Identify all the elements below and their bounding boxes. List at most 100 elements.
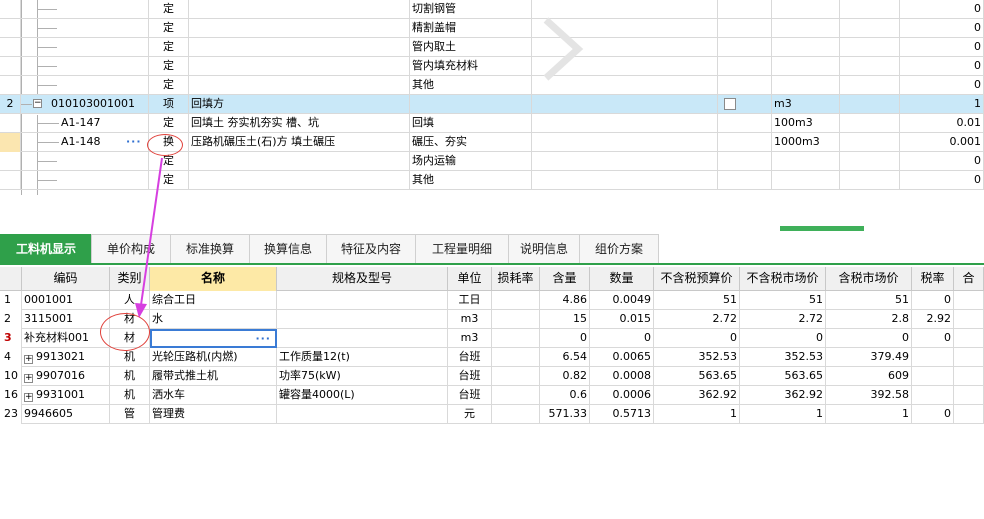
name-cell[interactable] xyxy=(189,152,410,171)
minus-box-icon[interactable]: − xyxy=(33,99,42,108)
name-cell[interactable] xyxy=(189,57,410,76)
tax-rate-cell[interactable]: 2.92 xyxy=(912,310,954,329)
table-row[interactable]: A1-147 定 回填土 夯实机夯实 槽、坑 回填 100m3 0.01 xyxy=(0,114,984,133)
unit-cell[interactable] xyxy=(772,171,840,190)
market-price-cell[interactable]: 51 xyxy=(740,291,826,310)
feature-cell[interactable]: 其他 xyxy=(410,76,532,95)
more-button[interactable]: ··· xyxy=(126,135,142,149)
quantity-cell[interactable]: 0.5713 xyxy=(590,405,654,424)
quantity-cell[interactable]: 0.0049 xyxy=(590,291,654,310)
loss-rate-cell[interactable] xyxy=(492,329,540,348)
category-cell[interactable]: 机 xyxy=(110,386,150,405)
table-row[interactable]: 定 其他 0 xyxy=(0,76,984,95)
more-button[interactable]: ··· xyxy=(255,332,271,346)
feature-cell[interactable]: 切割钢管 xyxy=(410,0,532,19)
quantity-cell[interactable]: 0.0006 xyxy=(590,386,654,405)
unit-cell[interactable]: 台班 xyxy=(448,386,492,405)
tab-4[interactable]: 换算信息 xyxy=(249,234,327,263)
unit-cell[interactable]: 台班 xyxy=(448,367,492,386)
row-number[interactable]: 23 xyxy=(0,405,22,424)
unit-cell[interactable] xyxy=(772,57,840,76)
loss-rate-cell[interactable] xyxy=(492,348,540,367)
name-cell[interactable] xyxy=(189,19,410,38)
checkbox-cell[interactable] xyxy=(718,114,772,133)
spec-cell[interactable]: 功率75(kW) xyxy=(277,367,448,386)
budget-price-cell[interactable]: 563.65 xyxy=(654,367,740,386)
tax-market-price-cell[interactable]: 2.8 xyxy=(826,310,912,329)
total-cell[interactable] xyxy=(954,367,984,386)
row-number[interactable]: 2 xyxy=(0,95,21,114)
empty-cell[interactable] xyxy=(840,171,900,190)
category-cell[interactable]: 人 xyxy=(110,291,150,310)
content-cell[interactable]: 0 xyxy=(540,329,590,348)
column-header[interactable]: 税率 xyxy=(912,267,954,291)
name-cell[interactable]: 回填土 夯实机夯实 槽、坑 xyxy=(189,114,410,133)
spec-cell[interactable] xyxy=(277,329,448,348)
code-cell[interactable]: +9907016 xyxy=(22,367,110,386)
table-row[interactable]: 定 精割盖帽 0 xyxy=(0,19,984,38)
type-cell[interactable]: 定 xyxy=(149,171,189,190)
category-cell[interactable]: 机 xyxy=(110,367,150,386)
empty-cell[interactable] xyxy=(532,114,718,133)
spec-cell[interactable]: 罐容量4000(L) xyxy=(277,386,448,405)
feature-cell[interactable]: 其他 xyxy=(410,171,532,190)
name-cell[interactable] xyxy=(189,76,410,95)
loss-rate-cell[interactable] xyxy=(492,405,540,424)
tax-rate-cell[interactable] xyxy=(912,348,954,367)
market-price-cell[interactable]: 0 xyxy=(740,329,826,348)
column-header[interactable] xyxy=(0,267,22,291)
row-number[interactable] xyxy=(0,0,21,19)
row-number[interactable]: 1 xyxy=(0,291,22,310)
unit-cell[interactable]: 工日 xyxy=(448,291,492,310)
unit-cell[interactable] xyxy=(772,0,840,19)
tax-rate-cell[interactable]: 0 xyxy=(912,329,954,348)
code-cell[interactable]: 补充材料001 xyxy=(22,329,110,348)
content-cell[interactable]: 4.86 xyxy=(540,291,590,310)
tax-rate-cell[interactable]: 0 xyxy=(912,291,954,310)
column-header[interactable]: 损耗率 xyxy=(492,267,540,291)
unit-cell[interactable]: m3 xyxy=(448,310,492,329)
total-cell[interactable] xyxy=(954,329,984,348)
unit-cell[interactable] xyxy=(772,19,840,38)
checkbox-cell[interactable] xyxy=(718,76,772,95)
empty-cell[interactable] xyxy=(840,19,900,38)
quantity-cell[interactable]: 0 xyxy=(900,19,984,38)
unit-cell[interactable]: 100m3 xyxy=(772,114,840,133)
name-cell[interactable]: 综合工日 xyxy=(150,291,277,310)
content-cell[interactable]: 571.33 xyxy=(540,405,590,424)
code-cell[interactable]: 9946605 xyxy=(22,405,110,424)
table-row[interactable]: 定 管内填充材料 0 xyxy=(0,57,984,76)
type-cell[interactable]: 定 xyxy=(149,19,189,38)
table-row[interactable]: 1 0001001 人 综合工日 工日 4.86 0.0049 51 51 51 0 xyxy=(0,291,984,310)
budget-price-cell[interactable]: 362.92 xyxy=(654,386,740,405)
type-cell[interactable]: 定 xyxy=(149,38,189,57)
tax-market-price-cell[interactable]: 51 xyxy=(826,291,912,310)
plus-box-icon[interactable]: + xyxy=(24,374,33,383)
row-number[interactable] xyxy=(0,19,21,38)
tax-market-price-cell[interactable]: 0 xyxy=(826,329,912,348)
row-number[interactable] xyxy=(0,76,21,95)
name-cell[interactable] xyxy=(189,171,410,190)
table-row[interactable]: 定场内运输 0 xyxy=(0,152,984,171)
tab-6[interactable]: 工程量明细 xyxy=(415,234,509,263)
name-cell[interactable]: 光轮压路机(内燃) xyxy=(150,348,277,367)
quantity-cell[interactable]: 0 xyxy=(900,171,984,190)
tax-market-price-cell[interactable]: 379.49 xyxy=(826,348,912,367)
checkbox[interactable] xyxy=(724,98,736,110)
row-number[interactable] xyxy=(0,152,21,171)
name-cell[interactable]: 水 xyxy=(150,310,277,329)
unit-cell[interactable]: m3 xyxy=(448,329,492,348)
type-cell[interactable]: 定 xyxy=(149,57,189,76)
name-cell[interactable]: 管理费 xyxy=(150,405,277,424)
row-number[interactable]: 4 xyxy=(0,348,22,367)
checkbox-cell[interactable] xyxy=(718,19,772,38)
column-header[interactable]: 合 xyxy=(954,267,984,291)
tab-2[interactable]: 单价构成 xyxy=(91,234,171,263)
column-header[interactable]: 数量 xyxy=(590,267,654,291)
checkbox-cell[interactable] xyxy=(718,95,772,114)
feature-cell[interactable] xyxy=(410,95,532,114)
code-cell[interactable]: 3115001 xyxy=(22,310,110,329)
table-row[interactable]: 10 +9907016 机 履带式推土机 功率75(kW) 台班 0.82 0.0008 563… xyxy=(0,367,984,386)
market-price-cell[interactable]: 1 xyxy=(740,405,826,424)
feature-cell[interactable]: 场内运输 xyxy=(410,152,532,171)
